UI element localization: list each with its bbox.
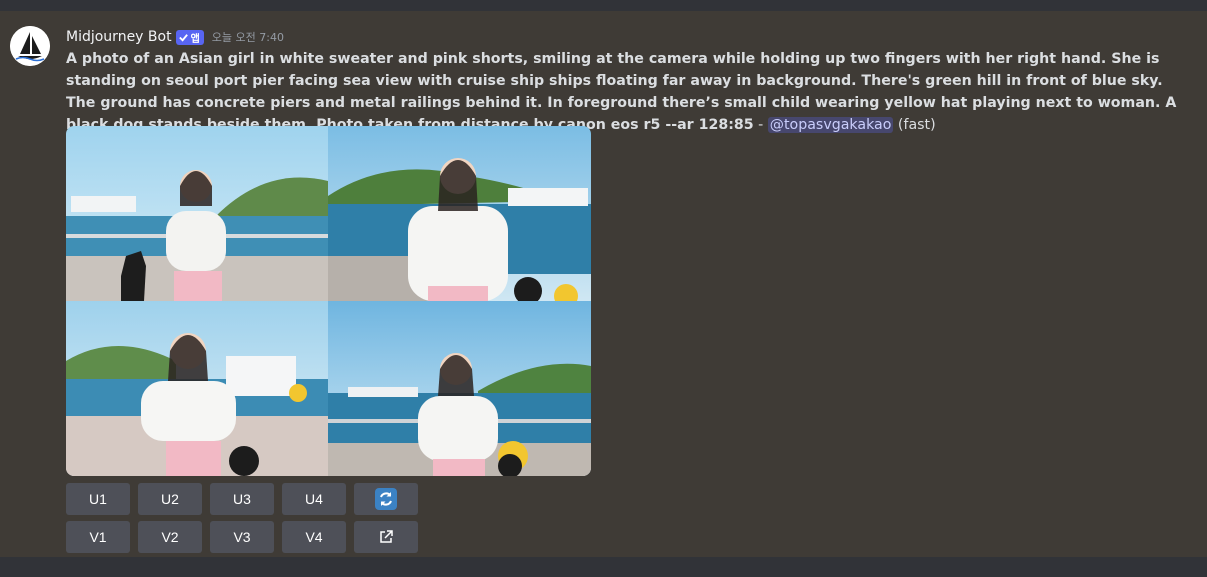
u3-button[interactable]: U3 bbox=[210, 483, 274, 515]
external-link-icon bbox=[380, 530, 393, 543]
refresh-icon bbox=[375, 488, 397, 510]
image-1[interactable] bbox=[66, 126, 328, 301]
separator: - bbox=[753, 117, 768, 133]
upscale-row: U1 U2 U3 U4 bbox=[66, 483, 418, 515]
checkmark-icon bbox=[178, 33, 188, 42]
bottom-bar bbox=[0, 557, 1207, 577]
variation-row: V1 V2 V3 V4 bbox=[66, 521, 418, 553]
speed-label: (fast) bbox=[893, 117, 936, 133]
sailboat-logo-icon bbox=[10, 26, 50, 66]
v3-button[interactable]: V3 bbox=[210, 521, 274, 553]
u2-button[interactable]: U2 bbox=[138, 483, 202, 515]
timestamp-day: 오늘 오전 bbox=[211, 31, 256, 44]
username[interactable]: Midjourney Bot bbox=[66, 29, 172, 45]
reroll-button[interactable] bbox=[354, 483, 418, 515]
action-buttons: U1 U2 U3 U4 V1 V2 V3 V4 bbox=[66, 483, 418, 559]
u1-button[interactable]: U1 bbox=[66, 483, 130, 515]
open-external-button[interactable] bbox=[354, 521, 418, 553]
timestamp: 오늘 오전 7:40 bbox=[212, 29, 284, 45]
timestamp-time: 7:40 bbox=[259, 31, 284, 44]
badge-label: 앱 bbox=[190, 33, 200, 45]
bot-avatar[interactable] bbox=[10, 26, 50, 66]
user-mention[interactable]: @topasvgakakao bbox=[767, 117, 894, 133]
app-badge: 앱 bbox=[175, 29, 204, 45]
image-4[interactable] bbox=[328, 301, 591, 476]
v4-button[interactable]: V4 bbox=[282, 521, 346, 553]
image-grid[interactable] bbox=[66, 126, 591, 476]
image-3[interactable] bbox=[66, 301, 328, 476]
prompt-text: A photo of an Asian girl in white sweate… bbox=[66, 51, 1177, 133]
v1-button[interactable]: V1 bbox=[66, 521, 130, 553]
message-content: A photo of an Asian girl in white sweate… bbox=[66, 48, 1186, 136]
top-bar bbox=[0, 0, 1207, 11]
message-header: Midjourney Bot 앱 오늘 오전 7:40 bbox=[66, 27, 284, 47]
v2-button[interactable]: V2 bbox=[138, 521, 202, 553]
u4-button[interactable]: U4 bbox=[282, 483, 346, 515]
image-2[interactable] bbox=[328, 126, 591, 301]
chat-message: Midjourney Bot 앱 오늘 오전 7:40 A photo of a… bbox=[0, 11, 1207, 557]
